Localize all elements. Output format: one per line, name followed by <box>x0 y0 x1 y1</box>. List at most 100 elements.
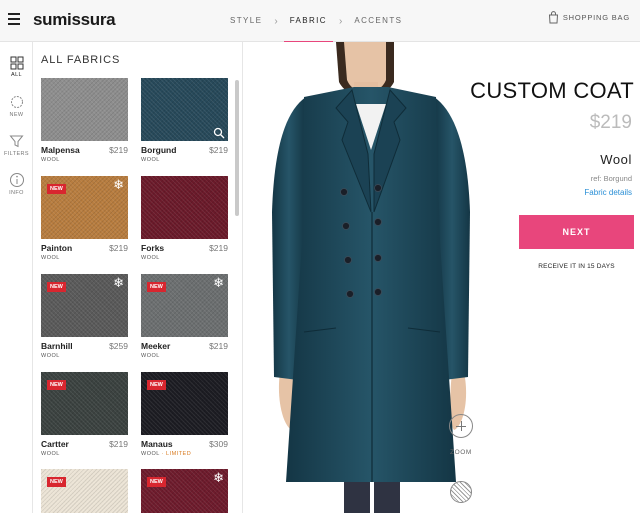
magnifier-icon[interactable] <box>213 127 225 139</box>
info-icon <box>9 173 24 187</box>
fabric-card[interactable]: Malpensa $219 WOOL <box>41 78 128 163</box>
fabric-type: WOOL <box>141 255 160 261</box>
coat-image <box>272 42 470 513</box>
fabric-material: WOOL <box>141 353 160 359</box>
fabric-name: Cartter <box>41 439 69 449</box>
zoom-label: ZOOM <box>450 449 472 456</box>
new-badge: NEW <box>47 380 66 390</box>
top-header: sumissura STYLE › FABRIC › ACCENTS SHOPP… <box>0 0 640 43</box>
tool-filters[interactable]: FILTERS <box>0 134 33 157</box>
fabric-name: Manaus <box>141 439 173 449</box>
fabric-swatch[interactable]: NEW ❄ <box>41 176 128 239</box>
zoom-button[interactable] <box>449 414 473 438</box>
fabric-swatch[interactable]: NEW <box>41 372 128 435</box>
snowflake-icon: ❄ <box>113 275 124 290</box>
product-preview <box>244 42 514 513</box>
fabric-name: Forks <box>141 243 165 253</box>
fabric-material: WOOL <box>41 255 60 261</box>
fabric-name: Painton <box>41 243 73 253</box>
shopping-bag-icon <box>548 11 558 24</box>
new-badge: NEW <box>47 477 66 487</box>
fabric-swatch[interactable]: NEW ❄ <box>41 274 128 337</box>
fabric-reference: ref: Borgund <box>590 174 632 183</box>
fabric-card[interactable]: Borgund $219 WOOL <box>141 78 228 163</box>
new-badge: NEW <box>147 477 166 487</box>
fabric-name: Malpensa <box>41 145 80 155</box>
tool-all-label: ALL <box>11 72 22 78</box>
new-badge: NEW <box>47 282 66 292</box>
tool-all[interactable]: ALL <box>0 56 33 78</box>
fabric-material: WOOL <box>41 451 60 457</box>
fabric-card[interactable]: Forks $219 WOOL <box>141 176 228 261</box>
tool-new[interactable]: NEW <box>0 94 33 118</box>
grid-icon <box>10 56 23 70</box>
fabric-material: WOOL <box>141 255 160 261</box>
shopping-bag-label: SHOPPING BAG <box>562 13 630 22</box>
panel-scrollbar[interactable] <box>235 80 239 216</box>
snowflake-icon: ❄ <box>213 275 224 290</box>
fabric-name: Barnhill <box>41 341 73 351</box>
fabric-type: WOOL <box>41 451 60 457</box>
fabric-price: $219 <box>209 341 228 351</box>
fabric-swatch[interactable]: NEW ❄ <box>141 274 228 337</box>
fabric-type: WOOL <box>141 353 160 359</box>
fabric-details-link[interactable]: Fabric details <box>584 188 632 197</box>
fabric-card[interactable]: NEW <box>41 469 128 513</box>
fabric-swatch[interactable] <box>141 78 228 141</box>
fabric-card[interactable]: NEW ❄ Painton $219 WOOL <box>41 176 128 261</box>
tool-info[interactable]: INFO <box>0 172 33 196</box>
snowflake-icon: ❄ <box>213 470 224 485</box>
fabric-card[interactable]: NEW Cartter $219 WOOL <box>41 372 128 457</box>
new-badge: NEW <box>147 282 166 292</box>
fabric-price: $219 <box>209 145 228 155</box>
shopping-bag-button[interactable]: SHOPPING BAG <box>548 11 630 24</box>
tool-filters-label: FILTERS <box>3 151 29 157</box>
fabric-swatch[interactable]: NEW <box>141 372 228 435</box>
next-button[interactable]: NEXT <box>519 215 634 249</box>
limited-label: · LIMITED <box>159 451 192 457</box>
fabric-panel: ALL FABRICS Malpensa $219 WOOL Borgund $219 W… <box>33 42 243 513</box>
fabric-material: WOOL <box>41 157 60 163</box>
fabric-card[interactable]: NEW ❄ Barnhill $259 WOOL <box>41 274 128 359</box>
fabric-type: WOOL <box>41 255 60 261</box>
fabric-name: Meeker <box>141 341 171 351</box>
funnel-icon <box>9 135 24 148</box>
brand-logo[interactable]: sumissura <box>33 10 116 30</box>
fabric-type: WOOL <box>41 157 60 163</box>
tool-info-label: INFO <box>9 190 24 196</box>
new-badge: NEW <box>47 184 66 194</box>
fabric-swatch[interactable] <box>141 176 228 239</box>
fabric-swatch[interactable]: NEW <box>41 469 128 513</box>
menu-icon[interactable] <box>8 13 20 25</box>
step-fabric[interactable]: FABRIC <box>278 0 339 43</box>
step-navigation: STYLE › FABRIC › ACCENTS <box>218 0 414 43</box>
fabric-card[interactable]: NEW ❄ <box>141 469 228 513</box>
tool-new-label: NEW <box>9 112 24 118</box>
fabric-price: $309 <box>209 439 228 449</box>
fabric-price: $219 <box>109 243 128 253</box>
product-price: $219 <box>589 112 632 133</box>
fabric-price: $259 <box>109 341 128 351</box>
fabric-texture-button[interactable] <box>450 481 472 503</box>
fabric-swatch[interactable]: NEW ❄ <box>141 469 228 513</box>
fabric-material: WOOL <box>41 353 60 359</box>
fabric-material: WOOL <box>141 157 160 163</box>
fabric-type: WOOL <box>141 451 160 457</box>
badge-icon <box>10 96 23 108</box>
delivery-note: RECEIVE IT IN 15 DAYS <box>538 263 615 270</box>
fabric-card[interactable]: NEW ❄ Meeker $219 WOOL <box>141 274 228 359</box>
step-accents[interactable]: ACCENTS <box>342 0 414 42</box>
fabric-card[interactable]: NEW Manaus $309 WOOL · LIMITED <box>141 372 228 457</box>
fabric-name: Borgund <box>141 145 177 155</box>
product-title: CUSTOM COAT <box>470 78 634 103</box>
new-badge: NEW <box>147 380 166 390</box>
step-style[interactable]: STYLE <box>218 0 274 42</box>
fabric-swatch[interactable] <box>41 78 128 141</box>
snowflake-icon: ❄ <box>113 177 124 192</box>
selected-fabric-type: Wool <box>600 152 632 167</box>
filter-toolbar: ALL NEW FILTERS INFO <box>0 42 33 513</box>
fabric-price: $219 <box>109 145 128 155</box>
panel-title: ALL FABRICS <box>41 54 121 66</box>
fabric-material: WOOL · LIMITED <box>141 451 191 457</box>
fabric-price: $219 <box>109 439 128 449</box>
